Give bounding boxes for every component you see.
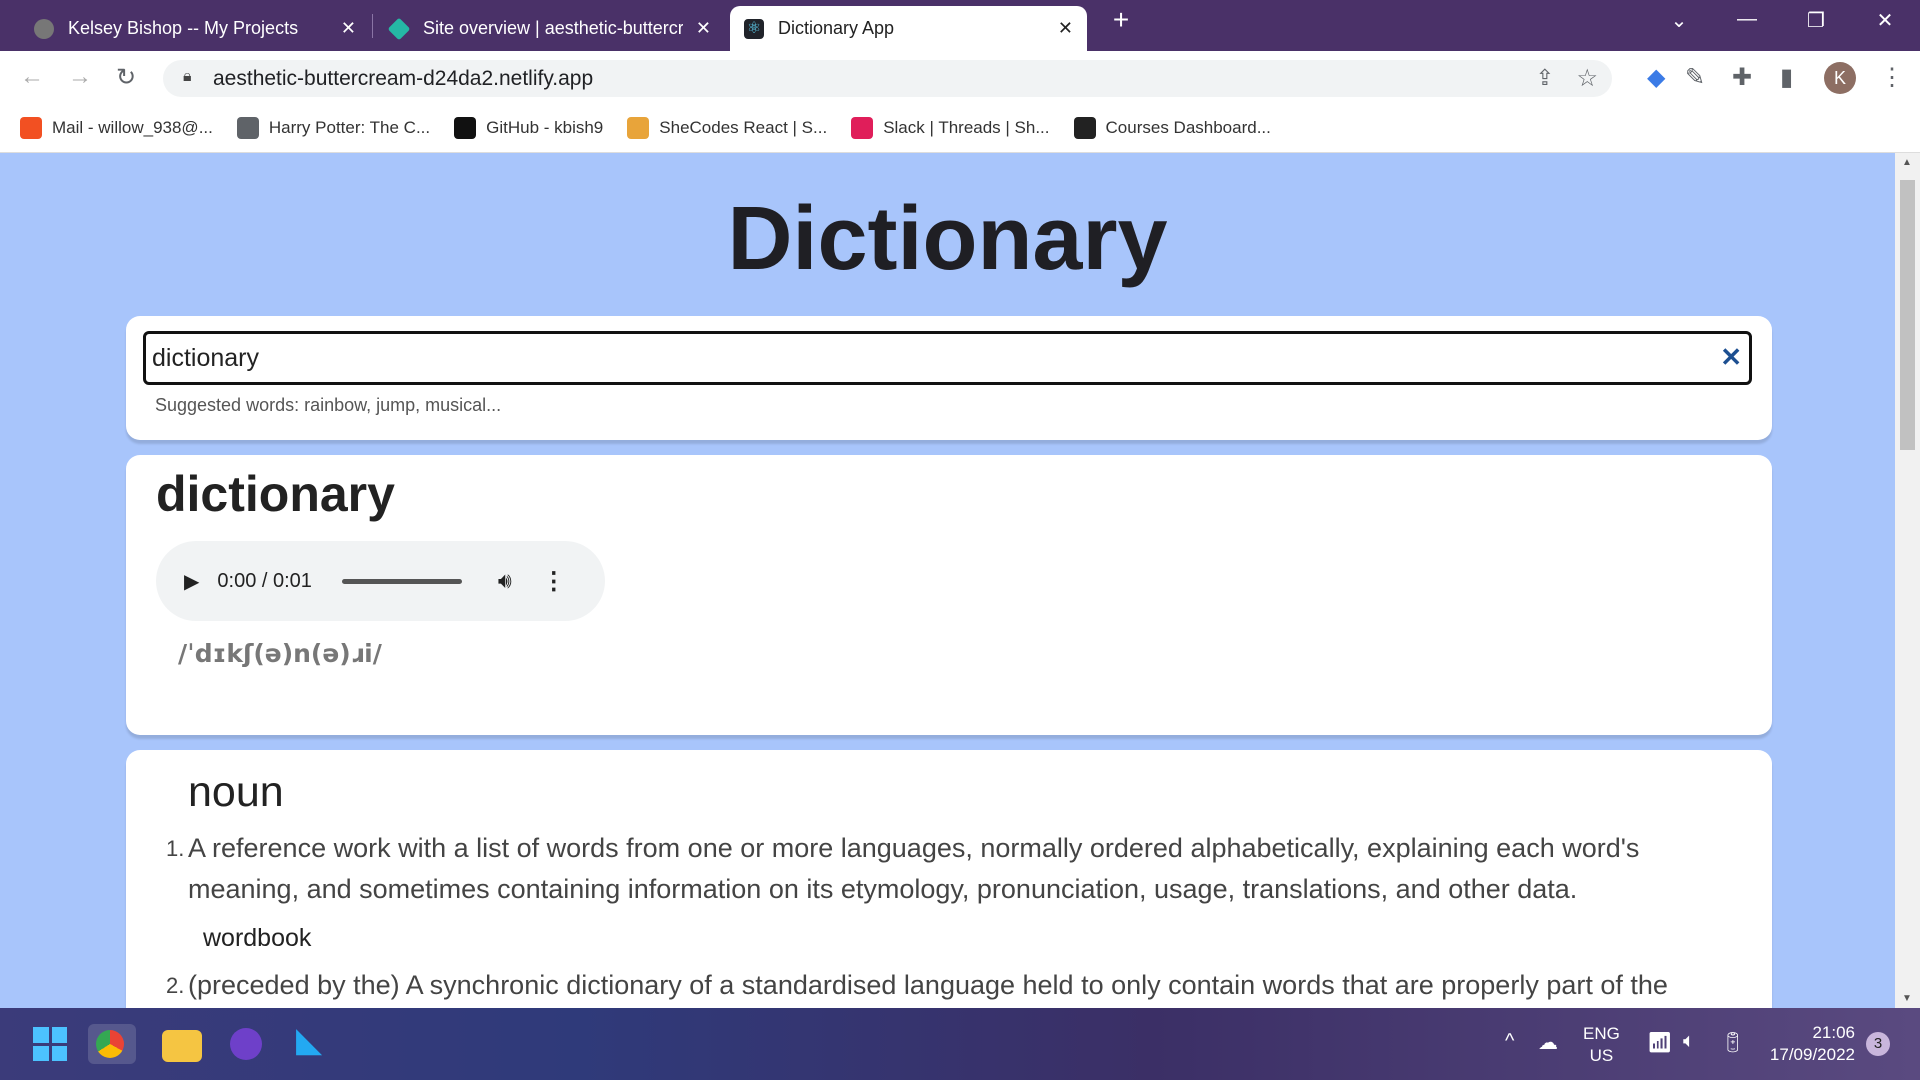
audio-progress-slider[interactable]: [341, 578, 462, 584]
chrome-taskbar-icon[interactable]: [88, 1024, 136, 1064]
search-input[interactable]: [143, 331, 1752, 385]
bookmark-item[interactable]: Slack | Threads | Sh...: [851, 116, 1050, 139]
eyedropper-extension-icon[interactable]: ✎: [1685, 63, 1705, 92]
audio-player: ▶ 0:00 / 0:01 🔊︎ ⋮: [156, 541, 605, 621]
close-tab-icon[interactable]: ✕: [341, 18, 356, 39]
bookmarks-bar: Mail - willow_938@... Harry Potter: The C…: [0, 103, 1920, 153]
new-tab-button[interactable]: +: [1101, 4, 1141, 36]
tab-site-overview[interactable]: Site overview | aesthetic-buttercream ✕: [375, 6, 725, 51]
part-of-speech: noun: [188, 768, 284, 816]
address-bar[interactable]: 🔒︎ aesthetic-buttercream-d24da2.netlify.…: [163, 60, 1612, 97]
clock[interactable]: 21:06 17/09/2022: [1755, 1022, 1855, 1066]
tab-divider: [372, 14, 373, 38]
synonym: wordbook: [203, 924, 312, 952]
side-panel-icon[interactable]: ▮: [1780, 63, 1793, 92]
definitions-list: 1. A reference work with a list of words…: [166, 828, 1708, 1008]
menu-icon[interactable]: ⋮: [1880, 63, 1904, 92]
globe-icon: [34, 18, 54, 39]
bookmark-favicon-icon: [236, 116, 259, 139]
tab-search-icon[interactable]: ⌄: [1659, 8, 1699, 33]
clear-icon[interactable]: ✕: [1720, 342, 1742, 373]
audio-options-icon[interactable]: ⋮: [542, 567, 566, 596]
close-window-button[interactable]: ✕: [1865, 8, 1905, 33]
battery-icon[interactable]: 🔋︎: [1720, 1030, 1745, 1055]
bookmark-favicon-icon: [851, 116, 874, 139]
word-card: dictionary ▶ 0:00 / 0:01 🔊︎ ⋮ /ˈdɪkʃ(ə)n…: [126, 455, 1772, 735]
word-heading: dictionary: [156, 466, 395, 522]
search-card: ✕ Suggested words: rainbow, jump, musica…: [126, 316, 1772, 440]
volume-icon[interactable]: 🔊︎: [498, 568, 512, 594]
bookmark-favicon-icon: [1073, 116, 1096, 139]
share-icon[interactable]: ⇪: [1536, 65, 1554, 91]
audio-time: 0:00 / 0:01: [217, 569, 312, 592]
onedrive-error-icon[interactable]: ☁: [1538, 1030, 1558, 1055]
bookmark-item[interactable]: Mail - willow_938@...: [20, 116, 213, 139]
reload-icon[interactable]: ↻: [116, 63, 136, 92]
taskbar: ◣ ^ ☁ ENG US 📶︎ 🔈︎ 🔋︎ 21:06 17/09/2022 3: [0, 1008, 1920, 1080]
minimize-button[interactable]: —: [1727, 8, 1767, 31]
file-explorer-icon[interactable]: [162, 1030, 202, 1062]
meaning-card: noun 1. A reference work with a list of …: [126, 750, 1772, 1008]
bookmark-item[interactable]: SheCodes React | S...: [627, 116, 827, 139]
bookmark-item[interactable]: Harry Potter: The C...: [236, 116, 430, 139]
bookmark-favicon-icon: [627, 116, 650, 139]
react-icon: ⚛: [744, 18, 764, 39]
bookmark-item[interactable]: Courses Dashboard...: [1073, 116, 1271, 139]
page-content: Dictionary ✕ Suggested words: rainbow, j…: [0, 153, 1895, 1008]
extension-icon[interactable]: ◆: [1647, 63, 1665, 92]
suggested-words: Suggested words: rainbow, jump, musical.…: [155, 395, 502, 415]
close-tab-icon[interactable]: ✕: [696, 18, 711, 39]
extensions-puzzle-icon[interactable]: ✚: [1732, 63, 1752, 92]
phonetic: /ˈdɪkʃ(ə)n(ə)ɹi/: [178, 639, 382, 668]
restore-button[interactable]: ❐: [1796, 8, 1836, 33]
lock-icon: 🔒︎: [183, 68, 192, 85]
bookmark-item[interactable]: GitHub - kbish9: [454, 116, 603, 139]
profile-avatar[interactable]: K: [1824, 62, 1856, 94]
language-indicator[interactable]: ENG US: [1583, 1023, 1620, 1067]
notification-badge[interactable]: 3: [1866, 1032, 1890, 1056]
show-hidden-icons[interactable]: ^: [1505, 1030, 1514, 1053]
page-title: Dictionary: [727, 189, 1168, 289]
close-tab-icon[interactable]: ✕: [1058, 18, 1073, 39]
bookmark-favicon-icon: [20, 116, 42, 139]
tab-dictionary-app[interactable]: ⚛ Dictionary App ✕: [730, 6, 1087, 51]
bookmark-star-icon[interactable]: ☆: [1576, 64, 1598, 93]
windows-start-icon[interactable]: [30, 1024, 70, 1064]
back-icon[interactable]: ←: [20, 63, 44, 91]
scroll-down-icon[interactable]: ▼: [1902, 993, 1912, 1004]
definition-item: 2. (preceded by the) A synchronic dictio…: [166, 970, 1668, 1000]
wifi-icon[interactable]: 📶︎: [1647, 1030, 1672, 1055]
tab-projects[interactable]: Kelsey Bishop -- My Projects ✕: [20, 6, 370, 51]
definition-text: A reference work with a list of words fr…: [188, 833, 1640, 904]
tab-strip: Kelsey Bishop -- My Projects ✕ Site over…: [0, 0, 1920, 51]
scroll-up-icon[interactable]: ▲: [1902, 157, 1912, 168]
github-desktop-icon[interactable]: [230, 1028, 262, 1060]
netlify-icon: [387, 17, 411, 40]
volume-icon[interactable]: 🔈︎: [1683, 1030, 1695, 1053]
forward-icon[interactable]: →: [68, 63, 92, 91]
definition-item: 1. A reference work with a list of words…: [166, 828, 1708, 959]
play-icon[interactable]: ▶: [184, 569, 199, 594]
scrollbar-thumb[interactable]: [1900, 180, 1915, 450]
bookmark-favicon-icon: [454, 116, 477, 139]
definition-text: (preceded by the) A synchronic dictionar…: [188, 970, 1668, 1000]
page-scrollbar[interactable]: ▲ ▼: [1895, 153, 1920, 1008]
vscode-icon[interactable]: ◣: [296, 1020, 336, 1060]
